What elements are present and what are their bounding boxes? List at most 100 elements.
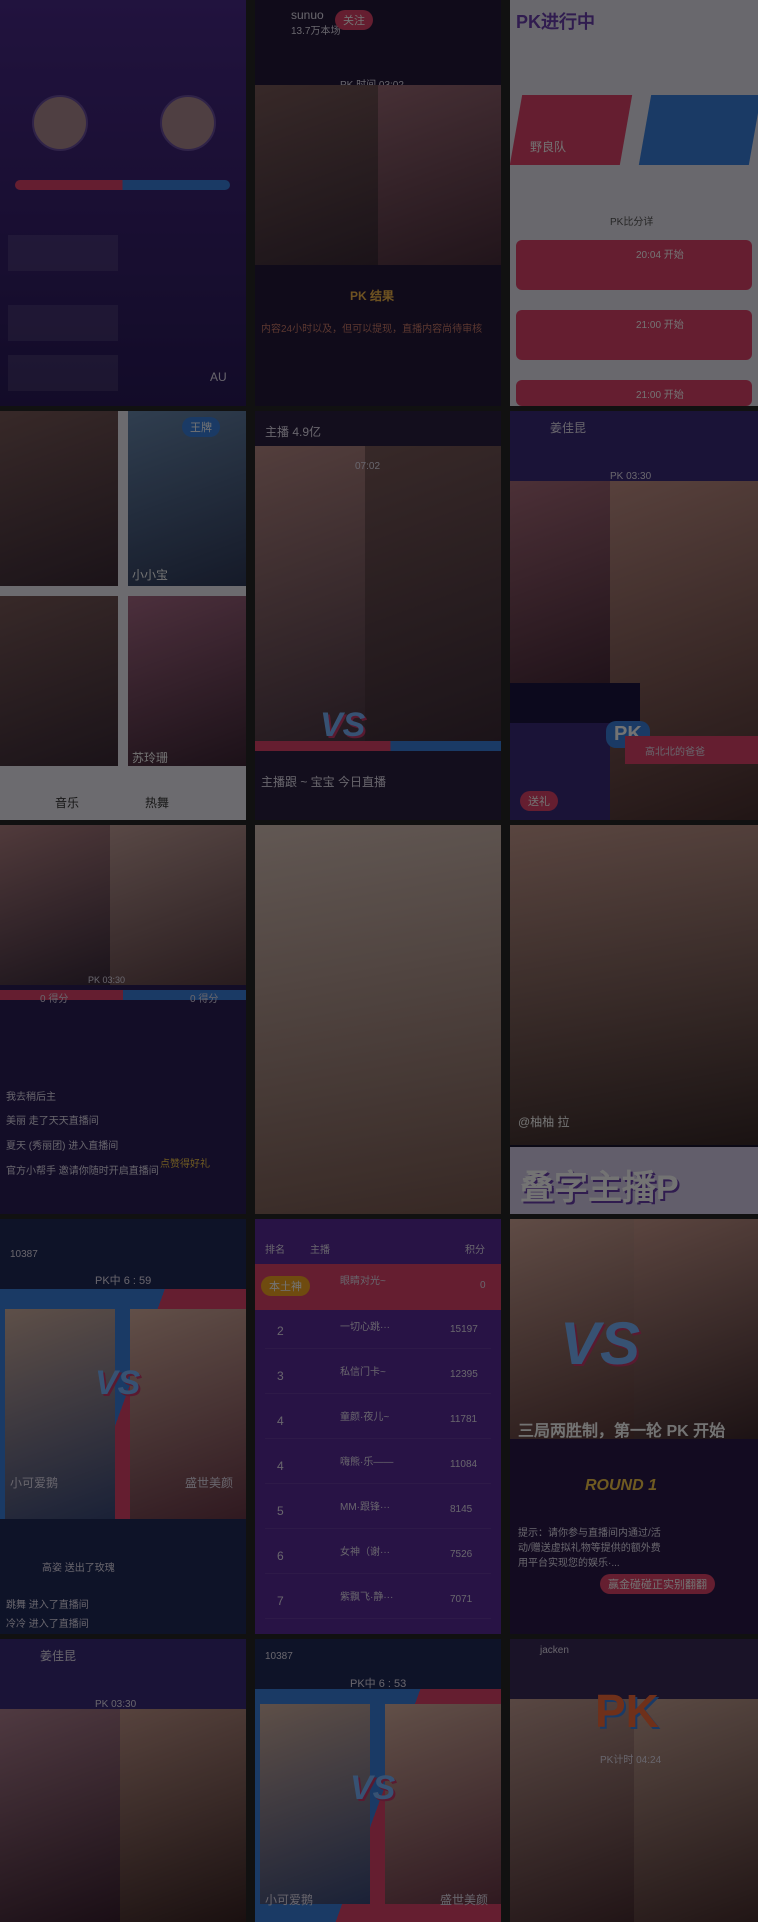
streamer-name: jacken bbox=[540, 1645, 569, 1656]
pk-timer: PK中 6 : 59 bbox=[95, 1275, 152, 1287]
round-label: ROUND 1 bbox=[585, 1477, 658, 1494]
row-name: MM·跟锋··· bbox=[340, 1502, 390, 1513]
row-rank: 3 bbox=[277, 1369, 284, 1383]
streamer-name: 姜佳昆 bbox=[550, 421, 587, 435]
rank-row[interactable]: 7 紫飘飞·静··· 7071 bbox=[265, 1584, 491, 1619]
tile-round[interactable]: VS 三局两胜制，第一轮 PK 开始 ROUND 1 提示：请你参与直播间内通过… bbox=[510, 1219, 758, 1634]
nav-music[interactable]: 音乐 bbox=[55, 794, 79, 811]
top-row[interactable]: 本土神 眼睛对光~ 0 bbox=[255, 1264, 501, 1310]
avatar-right[interactable] bbox=[160, 95, 216, 151]
row-rank: 2 bbox=[277, 1324, 284, 1338]
footer: 主播跟 ~ 宝宝 今日直播 bbox=[261, 775, 387, 789]
vs-badge: VS bbox=[350, 1769, 396, 1807]
rank-row[interactable]: 4 童颜·夜儿~ 11781 bbox=[265, 1404, 491, 1439]
rank-row[interactable]: 3 私信门卡~ 12395 bbox=[265, 1359, 491, 1394]
row-rank: 4 bbox=[277, 1459, 284, 1473]
notice: 提示：请你参与直播间内通过/活动/赠送虚拟礼物等提供的额外费用平台实现您的娱乐·… bbox=[518, 1528, 661, 1569]
team-right-panel bbox=[638, 95, 758, 165]
row-score: 15197 bbox=[450, 1324, 478, 1335]
rank-row[interactable]: 5 MM·跟锋··· 8145 bbox=[265, 1494, 491, 1529]
viewer-count: 10387 bbox=[265, 1651, 293, 1662]
banner-name: 高北北的爸爸 bbox=[645, 747, 705, 758]
tile-browse[interactable]: 王牌 小小宝 苏玲珊 音乐 热舞 bbox=[0, 411, 246, 820]
card-1[interactable] bbox=[0, 411, 118, 586]
vs-badge: VS bbox=[95, 1364, 141, 1402]
row-name: 女神（谢··· bbox=[340, 1547, 390, 1558]
tile-pk-logo[interactable]: jacken PK PK计时 04:24 bbox=[510, 1639, 758, 1922]
chat-msg: 冷冷 进入了直播间 bbox=[6, 1619, 89, 1630]
pk-timer: PK计时 04:24 bbox=[600, 1755, 662, 1766]
chat-msg: 我去稍后主 bbox=[6, 1092, 56, 1103]
tile-portrait[interactable] bbox=[255, 825, 501, 1214]
promo-banner[interactable]: 点赞得好礼 bbox=[160, 1155, 210, 1170]
card-4[interactable] bbox=[128, 596, 246, 766]
row-name: 嗨熊·乐—— bbox=[340, 1457, 394, 1468]
tile-pk-lobby[interactable]: AU bbox=[0, 0, 246, 406]
stream-left bbox=[0, 825, 110, 985]
stream-left bbox=[255, 85, 378, 265]
tile-pk-purple[interactable]: 姜佳昆 PK 03:30 PK 高北北的爸爸 送礼 bbox=[510, 411, 758, 820]
row-score: 0 bbox=[480, 1280, 486, 1291]
streamer-name: 姜佳昆 bbox=[40, 1649, 77, 1663]
follow-button[interactable]: 关注 bbox=[335, 10, 373, 30]
schedule-row[interactable]: 21:00 开始 bbox=[516, 380, 752, 406]
row-rank: 5 bbox=[277, 1504, 284, 1518]
avatar-left[interactable] bbox=[32, 95, 88, 151]
chat-msg: 跳舞 进入了直播间 bbox=[6, 1600, 89, 1611]
team-left: 野良队 bbox=[530, 140, 567, 154]
chat-msg: 高姿 送出了玫瑰 bbox=[42, 1563, 115, 1574]
tile-pk-purple-2[interactable]: 姜佳昆 PK 03:30 bbox=[0, 1639, 246, 1922]
tile-pk-schedule[interactable]: PK进行中 野良队 PK比分详 20:04 开始 21:00 开始 21:00 … bbox=[510, 0, 758, 406]
bottom-text: AU bbox=[210, 370, 227, 384]
send-button[interactable]: 送礼 bbox=[520, 791, 558, 811]
rank-row[interactable]: 6 女神（谢··· 7526 bbox=[265, 1539, 491, 1574]
name-bottom: 苏玲珊 bbox=[132, 751, 169, 765]
tile-pk-vs[interactable]: 10387 PK中 6 : 59 VS 小可爱鹅 盛世美颜 高姿 送出了玫瑰 跳… bbox=[0, 1219, 246, 1634]
score-left: 0 得分 bbox=[40, 994, 69, 1005]
schedule-row[interactable]: 21:00 开始 bbox=[516, 310, 752, 360]
tile-pk-chat[interactable]: PK 03:30 0 得分 0 得分 我去稍后主 美丽 走了天天直播间 夏天 (… bbox=[0, 825, 246, 1214]
row-rank: 4 bbox=[277, 1414, 284, 1428]
rank-row[interactable]: 2 一切心跳··· 15197 bbox=[265, 1314, 491, 1349]
stream-right bbox=[378, 85, 501, 265]
card-2[interactable] bbox=[128, 411, 246, 586]
tile-banner[interactable]: @柚柚 拉 叠字主播P bbox=[510, 825, 758, 1214]
action-button[interactable]: 赢金碰碰正实别翻翻 bbox=[600, 1574, 715, 1594]
schedule-row[interactable]: 20:04 开始 bbox=[516, 240, 752, 290]
row-label: PK比分详 bbox=[610, 217, 654, 228]
tile-pk-duo[interactable]: 主播 4.9亿 07:02 VS 主播跟 ~ 宝宝 今日直播 bbox=[255, 411, 501, 820]
row-score: 7526 bbox=[450, 1549, 473, 1560]
tile-leaderboard[interactable]: 排名 主播 积分 本土神 眼睛对光~ 0 2 一切心跳··· 15197 3 私… bbox=[255, 1219, 501, 1634]
row-time: 20:04 开始 bbox=[636, 250, 684, 261]
handle: @柚柚 拉 bbox=[518, 1115, 570, 1129]
name-card bbox=[510, 683, 640, 723]
stream-left bbox=[255, 446, 365, 746]
row-score: 8145 bbox=[450, 1504, 473, 1515]
nav-dance[interactable]: 热舞 bbox=[145, 794, 169, 811]
notice: 内容24小时以及，但可以提现，直播内容尚待审核 bbox=[261, 324, 483, 335]
vs-badge: VS bbox=[320, 706, 366, 744]
row-time: 21:00 开始 bbox=[636, 320, 684, 331]
col-rank: 排名 bbox=[265, 1245, 285, 1256]
stream-left bbox=[0, 1709, 120, 1922]
pk-logo: PK bbox=[595, 1685, 659, 1737]
tile-pk-vs-2[interactable]: 10387 PK中 6 : 53 VS 小可爱鹅 盛世美颜 bbox=[255, 1639, 501, 1922]
streamer-name: sunuo bbox=[291, 8, 324, 22]
pk-result: PK 结果 bbox=[350, 289, 395, 303]
card-3[interactable] bbox=[0, 596, 118, 766]
rank-row[interactable]: 4 嗨熊·乐—— 11084 bbox=[265, 1449, 491, 1484]
gift-row bbox=[8, 355, 118, 391]
tile-live-pk[interactable]: sunuo 13.7万本场 关注 PK 时间 03:02 PK 结果 内容24小… bbox=[255, 0, 501, 406]
portrait-photo bbox=[255, 825, 501, 1214]
row-name: 私信门卡~ bbox=[340, 1367, 386, 1378]
row-name: 一切心跳··· bbox=[340, 1322, 390, 1333]
stream-right bbox=[120, 1709, 246, 1922]
row-name: 紫飘飞·静··· bbox=[340, 1592, 394, 1603]
chat-msg: 美丽 走了天天直播间 bbox=[6, 1116, 99, 1127]
row-name: 童颜·夜儿~ bbox=[340, 1412, 390, 1423]
name-right: 小小宝 bbox=[132, 568, 169, 582]
pk-timer: PK 03:30 bbox=[88, 975, 126, 985]
row-score: 11084 bbox=[450, 1459, 478, 1470]
row-time: 21:00 开始 bbox=[636, 390, 684, 401]
tag-badge: 王牌 bbox=[182, 417, 220, 437]
